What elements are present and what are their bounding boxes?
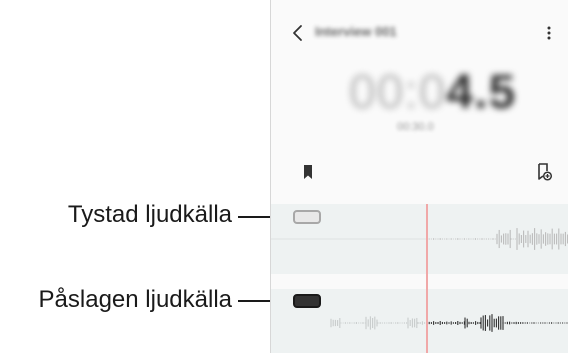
elapsed-timer: 00:04.5	[349, 65, 516, 120]
callout-muted-label: Tystad ljudkälla	[67, 201, 232, 228]
recording-title: Interview 001	[315, 24, 397, 39]
muted-source-toggle[interactable]	[293, 210, 321, 224]
playhead	[426, 204, 428, 353]
timer-dim: 00:0	[349, 66, 447, 119]
chevron-left-icon[interactable]	[291, 24, 305, 42]
callout-unmuted-label: Påslagen ljudkälla	[38, 286, 232, 313]
add-bookmark-icon[interactable]	[535, 162, 553, 182]
bookmark-icon[interactable]	[301, 163, 315, 181]
total-time: 00:30.0	[397, 121, 434, 133]
timer-strong: 4.5	[446, 66, 517, 119]
more-vertical-icon[interactable]	[545, 24, 553, 42]
unmuted-source-toggle[interactable]	[293, 294, 321, 308]
recorder-screen: Interview 001 00:04.5 00:30.0	[270, 0, 568, 353]
